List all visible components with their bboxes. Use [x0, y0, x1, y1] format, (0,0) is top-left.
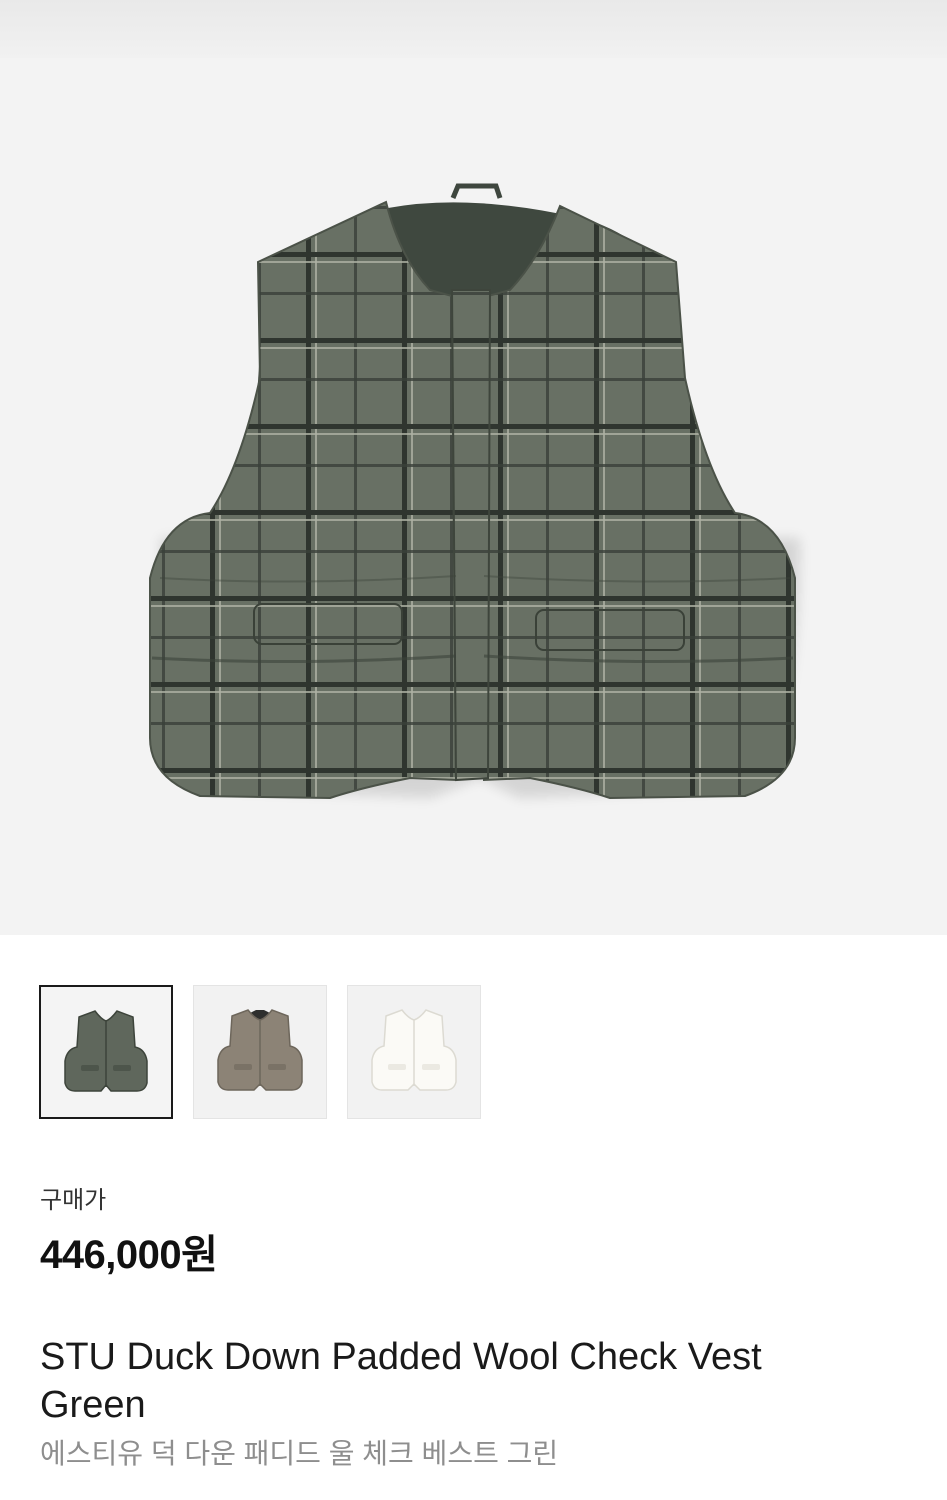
price-label: 구매가: [40, 1187, 107, 1214]
product-name-english: STU Duck Down Padded Wool Check Vest Gre…: [40, 1336, 762, 1426]
product-main-image[interactable]: [0, 58, 947, 935]
price: 446,000원: [40, 1233, 218, 1277]
product-name-korean: 에스티유 덕 다운 패디드 울 체크 베스트 그린: [40, 1438, 559, 1469]
vest-thumbnail-icon: [217, 1009, 303, 1091]
vest-image: [149, 183, 800, 800]
top-bar: [0, 0, 947, 58]
thumbnail-green[interactable]: [39, 985, 173, 1119]
thumbnail-beige[interactable]: [193, 985, 327, 1119]
vest-thumbnail-icon: [64, 1010, 148, 1092]
vest-thumbnail-icon: [371, 1009, 457, 1091]
thumbnail-ivory[interactable]: [347, 985, 481, 1119]
